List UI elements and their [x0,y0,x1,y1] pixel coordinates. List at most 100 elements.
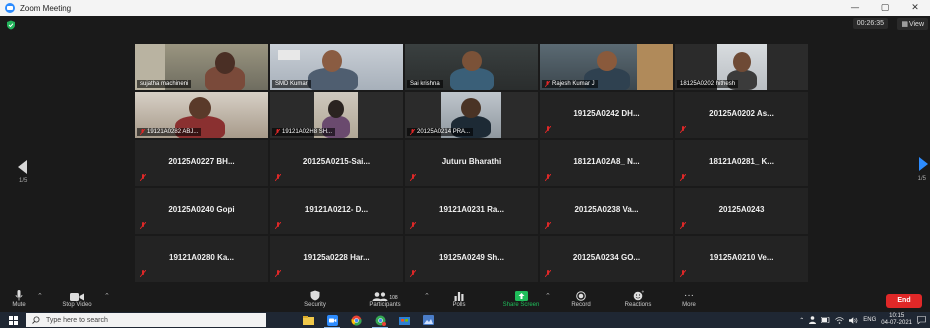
participant-name: 19121A0280 Ka... [169,253,234,262]
wifi-icon[interactable] [835,316,845,324]
participant-name: 20125A0243 [718,205,765,214]
participant-name-label: 19121A02H8 SH... [272,128,336,136]
participant-name: 20125A0238 Va... [574,205,639,214]
muted-mic-icon [545,270,551,277]
minimize-button[interactable]: — [840,0,870,16]
participants-options-caret-icon[interactable]: ⌃ [424,292,430,300]
participant-tile[interactable]: 19121A0282 ABJ... [135,92,268,138]
svg-text:+: + [641,290,644,294]
participant-tile[interactable]: 19125A0249 Sh... [405,236,538,282]
view-button[interactable]: ▦ View [897,18,928,30]
participants-button[interactable]: 108 Participants [362,289,408,308]
meeting-toolbar: Mute ⌃ Stop Video ⌃ Security 108 Partici… [0,288,930,312]
previous-page-arrow-icon[interactable] [18,160,27,174]
participant-tile[interactable]: 20125A0234 GO... [540,236,673,282]
participant-tile[interactable]: 18125A0202 hithesh [675,44,808,90]
participant-name: 19125a0228 Har... [303,253,370,262]
taskbar-clock[interactable]: 10:15 04-07-2021 [881,313,912,327]
participant-tile[interactable]: 20125A0240 Gopi [135,188,268,234]
more-button[interactable]: ··· More [676,289,702,309]
windows-logo-icon [8,315,18,325]
participant-name: 20125A0202 As... [709,109,774,118]
participant-tile[interactable]: 20125A0215-Sai... [270,140,403,186]
notification-center-icon[interactable] [917,316,926,324]
security-button[interactable]: Security [298,289,332,308]
participant-name: 20125A0234 GO... [572,253,641,262]
zoom-taskbar-icon[interactable] [320,312,344,328]
share-options-caret-icon[interactable]: ⌃ [545,292,551,300]
muted-mic-icon [410,129,415,135]
participant-tile[interactable]: 20125A0227 BH... [135,140,268,186]
photos-taskbar-icon[interactable] [416,312,440,328]
page-indicator-left: 1/5 [19,178,28,184]
maximize-button[interactable]: ▢ [870,0,900,16]
participant-tile[interactable]: 20125A0214 PRA... [405,92,538,138]
participants-count: 108 [389,295,398,301]
meeting-timer: 00:26:35 [852,18,888,29]
start-button[interactable] [0,312,26,328]
participant-tile[interactable]: Rajesh Kumar J [540,44,673,90]
muted-mic-icon [140,174,146,181]
participant-tile[interactable]: Juturu Bharathi [405,140,538,186]
next-page-arrow-icon[interactable] [919,157,928,171]
participant-name-label: SMD Kumar [272,80,311,88]
input-language[interactable]: ENG [863,317,876,323]
participant-name: 19125A0210 Ve... [709,253,774,262]
chrome-profile-taskbar-icon[interactable] [368,312,392,328]
participant-tile[interactable]: 18121A0281_ K... [675,140,808,186]
participant-tile[interactable]: 19121A0231 Ra... [405,188,538,234]
participant-tile[interactable]: SMD Kumar [270,44,403,90]
participant-tile[interactable]: sujatha machineni [135,44,268,90]
muted-mic-icon [275,129,280,135]
audio-options-caret-icon[interactable]: ⌃ [37,292,43,300]
muted-mic-icon [140,129,145,135]
more-dots-icon: ··· [684,290,694,301]
store-taskbar-icon[interactable] [392,312,416,328]
taskbar-search-box[interactable]: Type here to search [26,313,266,327]
participant-name: 18121A0281_ K... [709,157,774,166]
participant-tile[interactable]: Sai krishna [405,44,538,90]
muted-mic-icon [275,174,281,181]
record-button[interactable]: Record [566,289,596,308]
reactions-button[interactable]: + Reactions [618,289,658,308]
end-meeting-button[interactable]: End [886,294,922,308]
stop-video-button[interactable]: Stop Video [52,289,102,308]
participant-tile[interactable]: 19121A0280 Ka... [135,236,268,282]
file-explorer-taskbar-icon[interactable] [296,312,320,328]
video-options-caret-icon[interactable]: ⌃ [104,292,110,300]
participant-tile[interactable]: 19121A02H8 SH... [270,92,403,138]
participant-tile[interactable]: 19125a0228 Har... [270,236,403,282]
battery-icon[interactable] [821,317,830,323]
muted-mic-icon [545,81,550,87]
polls-icon [454,292,464,301]
participant-tile[interactable]: 20125A0243 [675,188,808,234]
muted-mic-icon [545,126,551,133]
participant-tile[interactable]: 19125A0242 DH... [540,92,673,138]
participant-tile[interactable]: 19121A0212- D... [270,188,403,234]
encryption-shield-icon[interactable] [6,20,16,30]
share-screen-icon [514,291,528,301]
participant-tile[interactable]: 20125A0238 Va... [540,188,673,234]
show-hidden-icons-chevron-icon[interactable]: ⌃ [799,317,804,324]
close-button[interactable]: ✕ [900,0,930,16]
volume-icon[interactable] [849,316,858,324]
mute-button[interactable]: Mute [4,289,34,308]
participant-name: 18121A02A8_ N... [573,157,640,166]
muted-mic-icon [680,270,686,277]
user-tray-icon[interactable] [809,316,817,324]
window-title: Zoom Meeting [20,3,72,13]
muted-mic-icon [680,126,686,133]
participant-tile[interactable]: 20125A0202 As... [675,92,808,138]
view-label: View [908,21,924,28]
participant-tile[interactable]: 18121A02A8_ N... [540,140,673,186]
video-camera-icon [70,293,84,301]
muted-mic-icon [410,222,416,229]
muted-mic-icon [275,270,281,277]
polls-button[interactable]: Polls [446,289,472,308]
muted-mic-icon [680,174,686,181]
muted-mic-icon [545,174,551,181]
chrome-taskbar-icon[interactable] [344,312,368,328]
muted-mic-icon [275,222,281,229]
participant-tile[interactable]: 19125A0210 Ve... [675,236,808,282]
share-screen-button[interactable]: Share Screen [496,289,546,308]
